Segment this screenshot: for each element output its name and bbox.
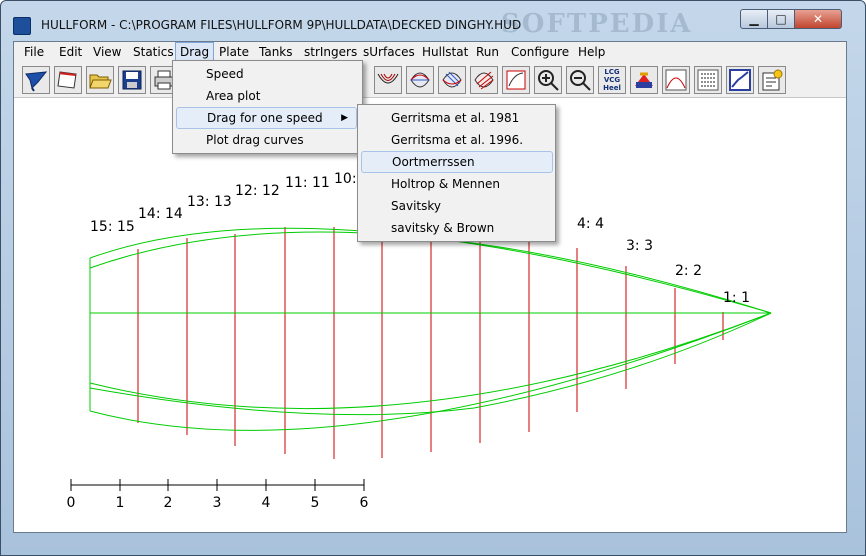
window-title: HULLFORM - C:\PROGRAM FILES\HULLFORM 9P\… — [41, 18, 522, 32]
submenu-arrow-icon: ▶ — [341, 113, 348, 123]
toolbar-zoom-in-button[interactable] — [534, 66, 562, 94]
station-lines — [89, 226, 724, 459]
menu-bar: File Edit View Statics Drag Plate Tanks … — [14, 42, 846, 63]
toolbar-zoom-out-button[interactable] — [566, 66, 594, 94]
toolbar-export-button[interactable] — [758, 66, 786, 94]
plan-view-icon — [410, 72, 430, 88]
menu-configure[interactable]: Configure — [507, 43, 573, 62]
drag-menu-dropdown: Speed Area plot Drag for one speed ▶ Plo… — [172, 60, 363, 154]
toolbar-plan-view-button[interactable] — [406, 66, 434, 94]
toolbar-hull-3d-button[interactable] — [22, 66, 50, 94]
body-plan-icon — [377, 73, 399, 84]
toolbar-profile-button[interactable] — [438, 66, 466, 94]
drag-method-submenu: Gerritsma et al. 1981 Gerritsma et al. 1… — [357, 104, 556, 242]
station-label-3: 3: 3 — [626, 238, 653, 254]
menu-item-speed[interactable]: Speed — [176, 63, 357, 85]
app-icon — [13, 17, 31, 35]
export-icon — [762, 69, 783, 91]
menu-surfaces[interactable]: sUrfaces — [359, 43, 419, 62]
menu-item-drag-for-one-speed[interactable]: Drag for one speed ▶ — [176, 107, 357, 129]
submenu-item-oortmerrssen[interactable]: Oortmerrssen — [361, 151, 553, 173]
toolbar-open-button[interactable] — [86, 66, 114, 94]
minimize-button[interactable]: ▁ — [740, 9, 768, 29]
close-icon: ✕ — [812, 12, 824, 26]
menu-edit[interactable]: Edit — [55, 43, 86, 62]
zoom-in-icon — [538, 70, 559, 91]
menu-statics[interactable]: Statics — [129, 43, 178, 62]
stability-icon — [635, 72, 653, 88]
station-label-14: 14: 14 — [138, 206, 183, 222]
toolbar: LCG VCG Heel — [14, 63, 846, 98]
lines-icon — [474, 71, 494, 90]
menu-help[interactable]: Help — [574, 43, 609, 62]
area-curve-icon — [665, 69, 687, 91]
toolbar-curve-plot-button[interactable] — [502, 66, 530, 94]
speed-plot-icon — [729, 69, 751, 91]
toolbar-data-table-button[interactable] — [694, 66, 722, 94]
toolbar-area-curve-button[interactable] — [662, 66, 690, 94]
maximize-icon: □ — [775, 12, 787, 26]
profile-icon — [442, 71, 462, 88]
station-label-10: 10: — [334, 171, 357, 187]
menu-hullstat[interactable]: Hullstat — [418, 43, 472, 62]
scale-label: 3 — [213, 495, 222, 511]
save-disk-icon — [122, 70, 142, 90]
page-icon — [57, 71, 77, 89]
station-label-4: 4: 4 — [577, 216, 604, 232]
toolbar-speed-plot-button[interactable] — [726, 66, 754, 94]
submenu-item-gerritsma-1996[interactable]: Gerritsma et al. 1996. — [361, 129, 550, 151]
submenu-item-holtrop-mennen[interactable]: Holtrop & Mennen — [361, 173, 550, 195]
menu-item-plot-drag-curves[interactable]: Plot drag curves — [176, 129, 357, 151]
station-label-12: 12: 12 — [235, 183, 280, 199]
menu-view[interactable]: View — [89, 43, 125, 62]
station-label-11: 11: 11 — [285, 175, 330, 191]
toolbar-save-button[interactable] — [118, 66, 146, 94]
zoom-out-icon — [570, 70, 591, 91]
close-button[interactable]: ✕ — [794, 9, 842, 29]
hull-3d-icon — [25, 71, 48, 92]
watermark: SOFTPEDIA — [501, 9, 693, 39]
maximize-button[interactable]: □ — [767, 9, 795, 29]
app-window: HULLFORM - C:\PROGRAM FILES\HULLFORM 9P\… — [0, 0, 866, 556]
menu-file[interactable]: File — [20, 43, 48, 62]
submenu-item-savitsky[interactable]: Savitsky — [361, 195, 550, 217]
toolbar-lcg-button[interactable]: LCG VCG Heel — [598, 66, 626, 94]
submenu-item-savitsky-brown[interactable]: savitsky & Brown — [361, 217, 550, 239]
station-label-15: 15: 15 — [90, 219, 135, 235]
menu-item-area-plot[interactable]: Area plot — [176, 85, 357, 107]
menu-item-label: Drag for one speed — [207, 111, 323, 125]
toolbar-body-plan-button[interactable] — [374, 66, 402, 94]
station-label-1: 1: 1 — [723, 290, 750, 306]
scale-label: 4 — [262, 495, 271, 511]
lcg-vcg-heel-icon: LCG VCG Heel — [603, 68, 621, 92]
open-folder-icon — [89, 74, 112, 89]
submenu-item-gerritsma-1981[interactable]: Gerritsma et al. 1981 — [361, 107, 550, 129]
scale-label: 2 — [164, 495, 173, 511]
scale-label: 6 — [360, 495, 369, 511]
menu-run[interactable]: Run — [472, 43, 503, 62]
toolbar-stability-button[interactable] — [630, 66, 658, 94]
title-bar[interactable]: HULLFORM - C:\PROGRAM FILES\HULLFORM 9P\… — [1, 1, 865, 41]
scale-bar — [70, 479, 365, 491]
scale-label: 5 — [311, 495, 320, 511]
station-label-13: 13: 13 — [187, 194, 232, 210]
toolbar-lines-button[interactable] — [470, 66, 498, 94]
scale-label: 0 — [67, 495, 76, 511]
data-table-icon — [697, 69, 719, 91]
scale-labels: 0 1 2 3 4 5 6 — [67, 495, 369, 511]
curve-plot-icon — [506, 70, 526, 90]
toolbar-page-button[interactable] — [54, 66, 82, 94]
station-label-2: 2: 2 — [675, 263, 702, 279]
minimize-icon: ▁ — [749, 12, 759, 26]
scale-label: 1 — [116, 495, 125, 511]
